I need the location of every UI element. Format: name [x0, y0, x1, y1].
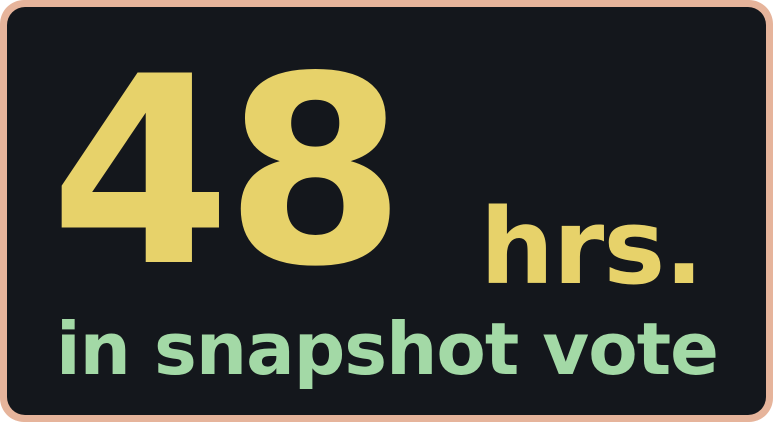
hours-number: 48	[50, 22, 406, 324]
badge-subtitle: in snapshot vote	[56, 307, 719, 391]
badge-panel: 48 hrs. in snapshot vote	[7, 7, 766, 415]
vote-duration-badge: 48 hrs. in snapshot vote	[0, 0, 773, 422]
hours-unit: hrs.	[480, 186, 704, 308]
